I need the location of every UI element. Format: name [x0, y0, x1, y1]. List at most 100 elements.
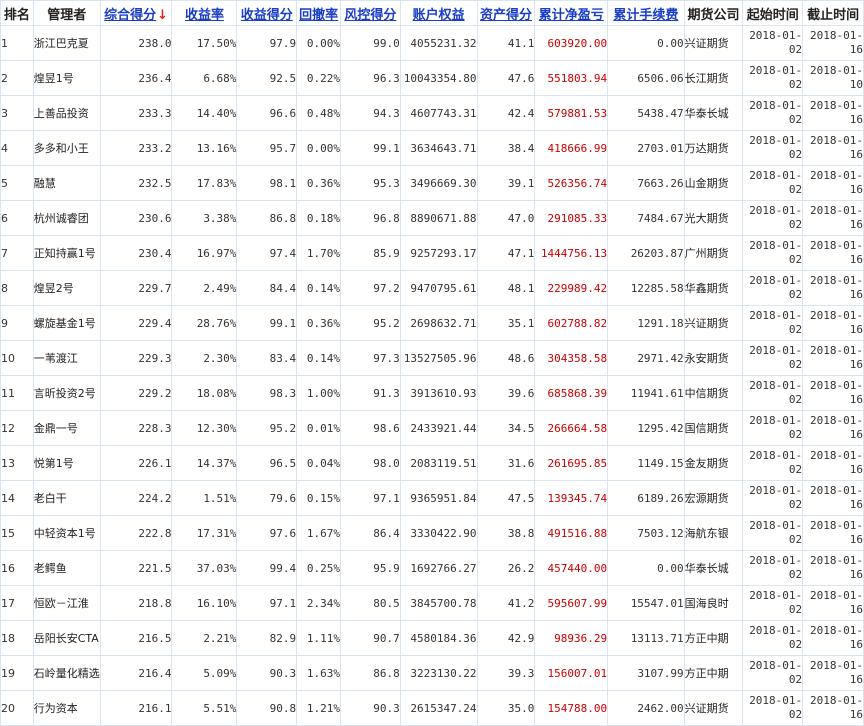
cell-asset-score: 38.8 — [476, 515, 536, 551]
cell-asset-score: 31.6 — [476, 445, 536, 481]
cell-risk-score: 95.9 — [339, 550, 401, 586]
date-part: 16 — [849, 463, 863, 476]
cell-end-time: 2018-01- 16 — [802, 25, 864, 61]
cell-drawdown: 1.00% — [296, 375, 341, 411]
cell-start-time: 2018-01- 02 — [742, 60, 804, 96]
cell-equity: 9365951.84 — [399, 480, 478, 516]
cell-net-profit: 229989.42 — [534, 270, 609, 306]
cell-company: 国海良时 — [683, 585, 744, 621]
cell-return-rate: 2.21% — [171, 620, 238, 656]
date-part: 02 — [788, 603, 803, 616]
cell-drawdown: 0.18% — [296, 200, 341, 236]
cell-risk-score: 85.9 — [339, 235, 401, 271]
column-header-risk_score[interactable]: 风控得分 — [339, 0, 401, 26]
date-part: 02 — [788, 78, 803, 91]
cell-rank: 9 — [0, 305, 34, 341]
cell-net-profit: 595607.99 — [534, 585, 609, 621]
column-header-fees[interactable]: 累计手续费 — [607, 0, 685, 26]
date-part: 2018-01- — [749, 414, 803, 427]
cell-company: 华泰长城 — [683, 550, 744, 586]
cell-company: 兴证期货 — [683, 690, 744, 726]
cell-end-time: 2018-01- 16 — [802, 340, 864, 376]
cell-equity: 2615347.24 — [399, 690, 478, 726]
table-row: 9 螺旋基金1号 229.4 28.76% 99.1 0.36% 95.2 2698632.7… — [0, 305, 864, 341]
cell-return-score: 97.6 — [236, 515, 298, 551]
cell-fees: 1149.15 — [607, 445, 685, 481]
cell-end-time: 2018-01- 16 — [802, 550, 864, 586]
table-row: 3 上善品投资 233.3 14.40% 96.6 0.48% 94.3 4607743.31… — [0, 95, 864, 131]
cell-equity: 4580184.36 — [399, 620, 478, 656]
column-header-return_score[interactable]: 收益得分 — [236, 0, 298, 26]
cell-start-time: 2018-01- 02 — [742, 340, 804, 376]
cell-equity: 2433921.44 — [399, 410, 478, 446]
cell-score: 216.4 — [99, 655, 173, 691]
sort-desc-arrow-icon[interactable]: ↓ — [157, 8, 168, 23]
cell-net-profit: 139345.74 — [534, 480, 609, 516]
column-header-equity[interactable]: 账户权益 — [399, 0, 478, 26]
date-part: 2018-01- — [810, 519, 863, 532]
table-row: 19 石岭量化精选 216.4 5.09% 90.3 1.63% 86.8 3223130.2… — [0, 655, 864, 691]
table-body: 1 浙江巴克夏 238.0 17.50% 97.9 0.00% 99.0 4055231.32… — [0, 25, 864, 726]
date-part: 2018-01- — [810, 29, 863, 42]
column-header-return_rate[interactable]: 收益率 — [171, 0, 238, 26]
cell-drawdown: 0.25% — [296, 550, 341, 586]
cell-manager: 浙江巴克夏 — [32, 25, 101, 61]
column-header-drawdown[interactable]: 回撤率 — [296, 0, 341, 26]
date-part: 16 — [849, 603, 863, 616]
cell-company: 中信期货 — [683, 375, 744, 411]
cell-asset-score: 47.1 — [476, 235, 536, 271]
cell-risk-score: 86.8 — [339, 655, 401, 691]
cell-drawdown: 0.04% — [296, 445, 341, 481]
cell-company: 海航东银 — [683, 515, 744, 551]
column-header-score[interactable]: 综合得分↓ — [99, 0, 173, 26]
date-part: 02 — [788, 673, 803, 686]
cell-return-score: 98.3 — [236, 375, 298, 411]
cell-rank: 5 — [0, 165, 34, 201]
cell-net-profit: 491516.88 — [534, 515, 609, 551]
cell-start-time: 2018-01- 02 — [742, 235, 804, 271]
cell-equity: 3223130.22 — [399, 655, 478, 691]
cell-rank: 14 — [0, 480, 34, 516]
cell-end-time: 2018-01- 16 — [802, 410, 864, 446]
column-header-rank: 排名 — [0, 0, 34, 26]
cell-start-time: 2018-01- 02 — [742, 25, 804, 61]
cell-return-rate: 28.76% — [171, 305, 238, 341]
date-part: 02 — [788, 218, 803, 231]
cell-score: 233.3 — [99, 95, 173, 131]
date-part: 02 — [788, 43, 803, 56]
cell-fees: 1291.18 — [607, 305, 685, 341]
cell-fees: 3107.99 — [607, 655, 685, 691]
column-header-label: 收益得分 — [240, 7, 293, 23]
cell-return-score: 99.1 — [236, 305, 298, 341]
cell-start-time: 2018-01- 02 — [742, 270, 804, 306]
date-part: 2018-01- — [749, 29, 803, 42]
cell-end-time: 2018-01- 16 — [802, 165, 864, 201]
cell-rank: 13 — [0, 445, 34, 481]
column-header-asset_score[interactable]: 资产得分 — [476, 0, 536, 26]
column-header-net_profit[interactable]: 累计净盈亏 — [534, 0, 609, 26]
cell-rank: 1 — [0, 25, 34, 61]
cell-company: 永安期货 — [683, 340, 744, 376]
cell-net-profit: 291085.33 — [534, 200, 609, 236]
cell-end-time: 2018-01- 16 — [802, 585, 864, 621]
cell-manager: 正知持赢1号 — [32, 235, 101, 271]
cell-drawdown: 0.14% — [296, 340, 341, 376]
cell-risk-score: 90.7 — [339, 620, 401, 656]
table-row: 14 老白干 224.2 1.51% 79.6 0.15% 97.1 9365951.84 47… — [0, 480, 864, 516]
date-part: 2018-01- — [749, 204, 803, 217]
cell-risk-score: 95.2 — [339, 305, 401, 341]
date-part: 16 — [849, 358, 863, 371]
table-row: 17 恒欧－江淮 218.8 16.10% 97.1 2.34% 80.5 3845700.7… — [0, 585, 864, 621]
cell-company: 山金期货 — [683, 165, 744, 201]
cell-end-time: 2018-01- 16 — [802, 655, 864, 691]
cell-risk-score: 99.0 — [339, 25, 401, 61]
table-row: 8 煌昱2号 229.7 2.49% 84.4 0.14% 97.2 9470795.61 48… — [0, 270, 864, 306]
cell-equity: 2698632.71 — [399, 305, 478, 341]
table-row: 6 杭州诚睿团 230.6 3.38% 86.8 0.18% 96.8 8890671.88 4… — [0, 200, 864, 236]
cell-manager: 中轻资本1号 — [32, 515, 101, 551]
cell-score: 216.5 — [99, 620, 173, 656]
cell-risk-score: 98.0 — [339, 445, 401, 481]
date-part: 2018-01- — [749, 64, 803, 77]
cell-asset-score: 47.0 — [476, 200, 536, 236]
cell-start-time: 2018-01- 02 — [742, 130, 804, 166]
